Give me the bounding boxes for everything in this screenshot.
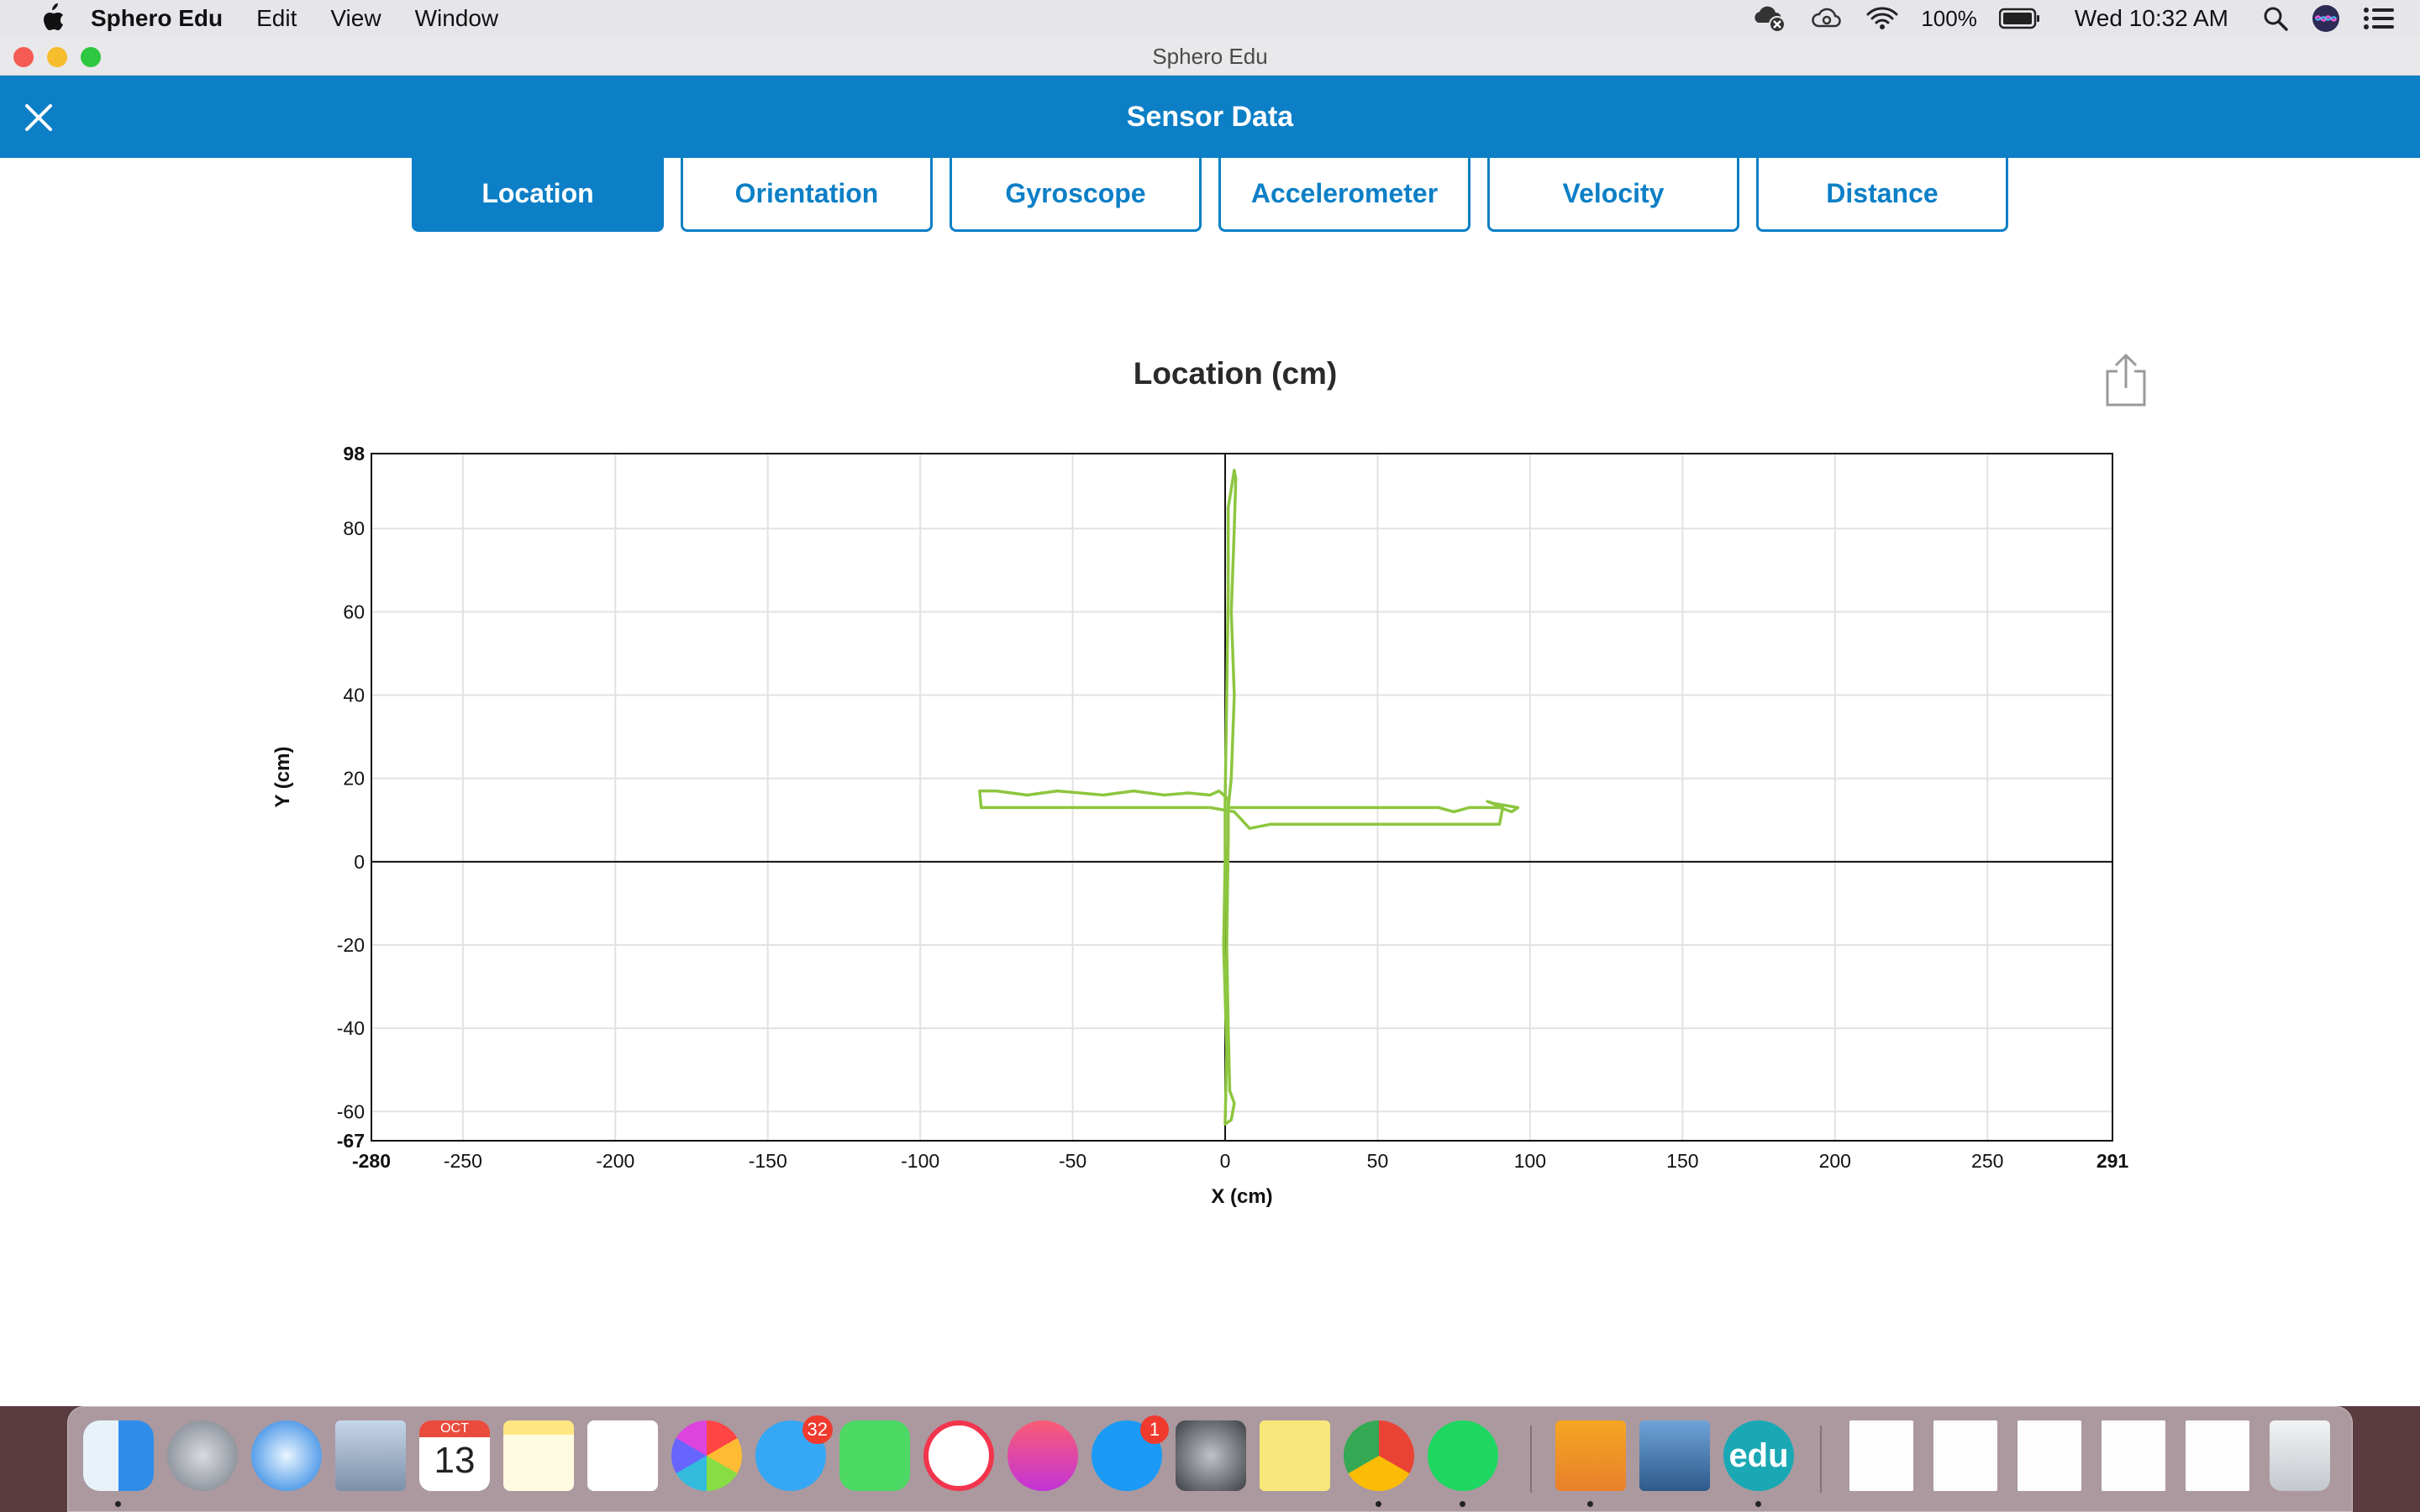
finder-icon[interactable]: [83, 1420, 154, 1491]
trash-icon[interactable]: [2270, 1420, 2330, 1491]
x-tick-label: -200: [596, 1150, 634, 1172]
dock: OCT 13 32 1 edu: [67, 1406, 2353, 1512]
launchpad-icon[interactable]: [167, 1420, 238, 1491]
y-tick-label: 40: [343, 685, 365, 706]
x-tick-label: -250: [444, 1150, 482, 1172]
news-icon[interactable]: [923, 1420, 994, 1491]
location-path-line: [978, 469, 1520, 1126]
tab-distance[interactable]: Distance: [1756, 158, 2008, 232]
x-tick-label: 150: [1666, 1150, 1698, 1172]
minimized-window-thumbnail[interactable]: [2186, 1420, 2249, 1491]
tab-gyroscope[interactable]: Gyroscope: [950, 158, 1202, 232]
cloud-sync-icon[interactable]: [1751, 4, 1788, 33]
y-tick-label: 20: [343, 768, 365, 790]
siri-icon[interactable]: [2311, 3, 2341, 34]
menu-clock[interactable]: Wed 10:32 AM: [2075, 5, 2228, 32]
mail-icon[interactable]: [335, 1420, 406, 1491]
minimized-window-thumbnail[interactable]: [1933, 1420, 1997, 1491]
tab-velocity[interactable]: Velocity: [1487, 158, 1739, 232]
menu-view[interactable]: View: [330, 5, 381, 32]
chart-title: Location (cm): [1133, 356, 1338, 391]
y-tick-label: 80: [343, 517, 365, 539]
tab-accelerometer[interactable]: Accelerometer: [1218, 158, 1470, 232]
app-store-badge: 1: [1140, 1415, 1169, 1444]
calendar-icon[interactable]: OCT 13: [419, 1420, 490, 1491]
x-tick-label: -150: [749, 1150, 787, 1172]
dock-divider-2: [1820, 1425, 1822, 1493]
system-preferences-icon[interactable]: [1176, 1420, 1246, 1491]
sensor-content: 98 80 60 40 20 0 -20 -40 -60 -67 -280 -250 -200 -150-…: [17, 158, 2420, 1406]
stickies-icon[interactable]: [1260, 1420, 1330, 1491]
battery-icon[interactable]: [1998, 8, 2041, 29]
app-window: Sphero Edu Sensor Data 98 80 60 40 20 0 -20 -40…: [0, 37, 2420, 1406]
x-tick-label: 0: [1220, 1150, 1231, 1172]
y-tick-label: -20: [337, 934, 365, 956]
sphero-edu-running-indicator: [1755, 1501, 1761, 1507]
finder-running-indicator: [115, 1501, 121, 1507]
menu-edit[interactable]: Edit: [256, 5, 297, 32]
spotify-icon[interactable]: [1428, 1420, 1498, 1491]
pages-running-indicator: [1587, 1501, 1593, 1507]
messages-icon[interactable]: 32: [755, 1415, 833, 1491]
facetime-icon[interactable]: [839, 1420, 910, 1491]
notification-center-icon[interactable]: [2363, 6, 2395, 31]
app-store-icon[interactable]: 1: [1092, 1415, 1169, 1491]
share-icon[interactable]: [2101, 351, 2151, 410]
tab-orientation[interactable]: Orientation: [681, 158, 933, 232]
preview-icon[interactable]: [1639, 1420, 1710, 1491]
messages-badge: 32: [802, 1415, 833, 1444]
y-tick-label: -60: [337, 1100, 365, 1122]
notes-icon[interactable]: [503, 1420, 574, 1491]
sphero-edu-icon[interactable]: edu: [1723, 1420, 1794, 1491]
x-axis-label: X (cm): [1211, 1185, 1272, 1208]
y-axis-label: Y (cm): [271, 747, 294, 808]
x-tick-label: 200: [1819, 1150, 1851, 1172]
apple-menu-icon[interactable]: [30, 0, 77, 37]
music-icon[interactable]: [1007, 1420, 1078, 1491]
x-tick-label: 100: [1514, 1150, 1546, 1172]
wifi-icon[interactable]: [1865, 6, 1899, 31]
minimized-window-thumbnail[interactable]: [1849, 1420, 1913, 1491]
tab-location[interactable]: Location: [412, 158, 664, 232]
menu-window[interactable]: Window: [415, 5, 499, 32]
sensor-tabs: Location Orientation Gyroscope Accelerom…: [412, 158, 2008, 232]
location-chart: 98806040200-20-40-60-67-280 -250 -200 -150-…: [271, 443, 2129, 1208]
window-title: Sphero Edu: [1152, 44, 1268, 69]
sensor-header: Sensor Data: [0, 76, 2420, 158]
spotify-running-indicator: [1460, 1501, 1465, 1507]
spotlight-search-icon[interactable]: [2262, 5, 2289, 32]
dock-divider: [1530, 1425, 1532, 1493]
y-tick-label: 60: [343, 601, 365, 622]
window-titlebar[interactable]: Sphero Edu: [0, 37, 2420, 76]
y-tick-label: 98: [343, 443, 365, 465]
y-tick-label: 0: [354, 851, 365, 873]
photos-icon[interactable]: [671, 1420, 742, 1491]
safari-icon[interactable]: [251, 1420, 322, 1491]
x-tick-label: 50: [1367, 1150, 1389, 1172]
menu-bar: Sphero Edu Edit View Window 100% Wed 10:…: [0, 0, 2420, 37]
page-title: Sensor Data: [1126, 101, 1294, 133]
plot-frame: [371, 453, 2113, 1142]
chrome-running-indicator: [1376, 1501, 1381, 1507]
pages-icon[interactable]: [1555, 1420, 1626, 1491]
x-tick-label: -50: [1059, 1150, 1086, 1172]
chrome-icon[interactable]: [1344, 1420, 1414, 1491]
creative-cloud-icon[interactable]: [1810, 6, 1844, 31]
battery-percentage: 100%: [1921, 5, 1977, 31]
calendar-month: OCT: [419, 1420, 490, 1437]
minimized-window-thumbnail[interactable]: [2102, 1420, 2165, 1491]
reminders-icon[interactable]: [587, 1420, 658, 1491]
x-tick-label: 291: [2096, 1150, 2129, 1172]
y-tick-label: -67: [337, 1130, 365, 1152]
x-tick-label: 250: [1971, 1150, 2003, 1172]
menu-app-name[interactable]: Sphero Edu: [91, 5, 223, 32]
x-tick-label: -280: [352, 1150, 391, 1172]
minimized-window-thumbnail[interactable]: [2018, 1420, 2081, 1491]
y-tick-label: -40: [337, 1017, 365, 1039]
x-tick-label: -100: [901, 1150, 939, 1172]
calendar-day: 13: [434, 1440, 476, 1481]
